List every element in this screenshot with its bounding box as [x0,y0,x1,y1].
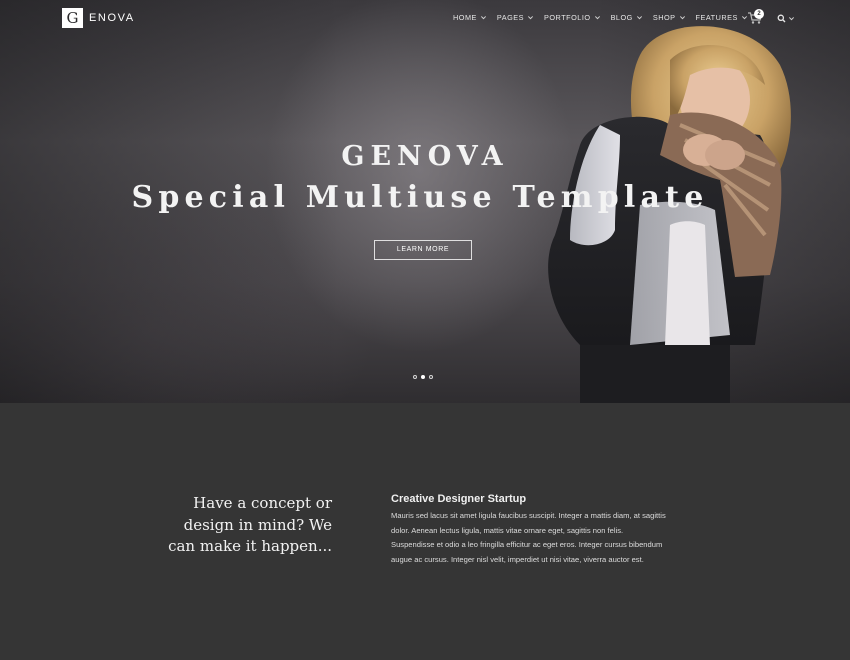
search-icon [777,14,786,22]
learn-more-button[interactable]: LEARN MORE [374,240,472,260]
hero-slider: G ENOVA HOME PAGES PORTFOLIO BLOG SHOP F… [0,0,850,403]
slider-dot-active[interactable] [421,375,425,379]
nav-item-home[interactable]: HOME [453,13,487,22]
intro-tagline: Have a concept or design in mind? We can… [168,494,332,555]
nav-item-label: PAGES [496,13,525,22]
nav-item-label: PORTFOLIO [544,13,591,22]
chevron-down-icon [594,16,600,20]
nav-item-features[interactable]: FEATURES [696,13,748,22]
nav-item-label: FEATURES [695,13,738,22]
cart-count-badge: 2 [754,9,764,19]
intro-section: Have a concept or design in mind? We can… [0,403,850,660]
logo-text: ENOVA [89,12,135,24]
slider-dot[interactable] [413,375,417,379]
nav-item-shop[interactable]: SHOP [653,13,686,22]
chevron-down-icon [527,16,534,20]
nav-item-blog[interactable]: BLOG [611,13,643,22]
chevron-down-icon [788,16,795,20]
nav-item-label: SHOP [652,13,676,22]
brand-logo[interactable]: G ENOVA [62,8,135,28]
nav-item-label: BLOG [610,13,633,22]
hero-title: GENOVA [341,141,509,172]
chevron-down-icon [480,16,486,20]
intro-body: Mauris sed lacus sit amet ligula faucibu… [391,511,666,564]
nav-item-label: HOME [453,13,477,22]
slider-dot[interactable] [429,375,433,379]
search-toggle[interactable] [777,13,795,23]
intro-heading: Creative Designer Startup [391,493,527,505]
nav-item-pages[interactable]: PAGES [497,13,534,22]
chevron-down-icon [636,16,642,20]
logo-mark: G [62,8,83,28]
slider-pagination [413,375,433,379]
hero-subtitle: Special Multiuse Template [131,180,709,215]
chevron-down-icon [679,16,685,20]
main-menu: HOME PAGES PORTFOLIO BLOG SHOP FEATURES [453,13,758,22]
main-navbar: G ENOVA HOME PAGES PORTFOLIO BLOG SHOP F… [0,0,850,36]
nav-item-portfolio[interactable]: PORTFOLIO [544,13,601,22]
